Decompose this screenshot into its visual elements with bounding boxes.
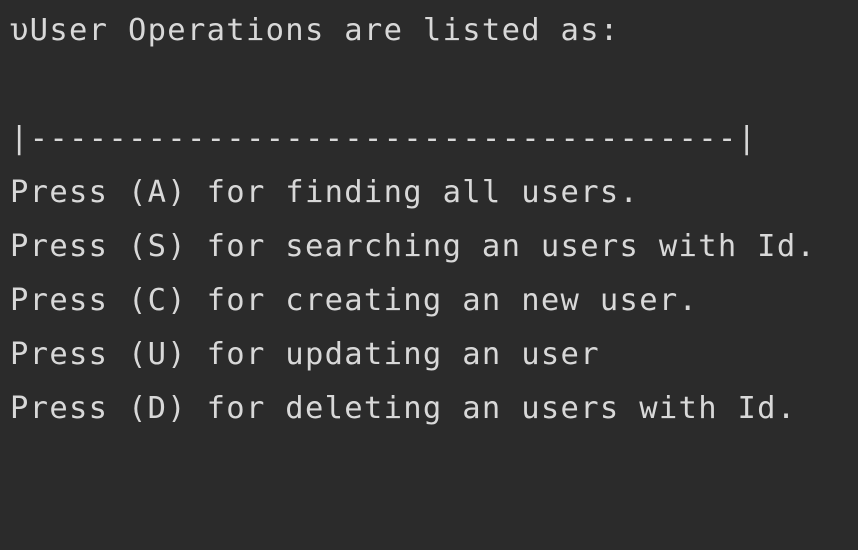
console-line-divider: |------------------------------------| (10, 121, 758, 156)
console-output: υUser Operations are listed as: |-------… (0, 0, 858, 550)
console-line-heading: υUser Operations are listed as: (10, 13, 620, 48)
console-line-option-c: Press (C) for creating an new user. (10, 283, 699, 318)
console-line-option-u: Press (U) for updating an user (10, 337, 600, 372)
console-line-option-s: Press (S) for searching an users with Id… (10, 229, 817, 264)
console-line-option-d: Press (D) for deleting an users with Id. (10, 391, 797, 426)
console-line-option-a: Press (A) for finding all users. (10, 175, 640, 210)
